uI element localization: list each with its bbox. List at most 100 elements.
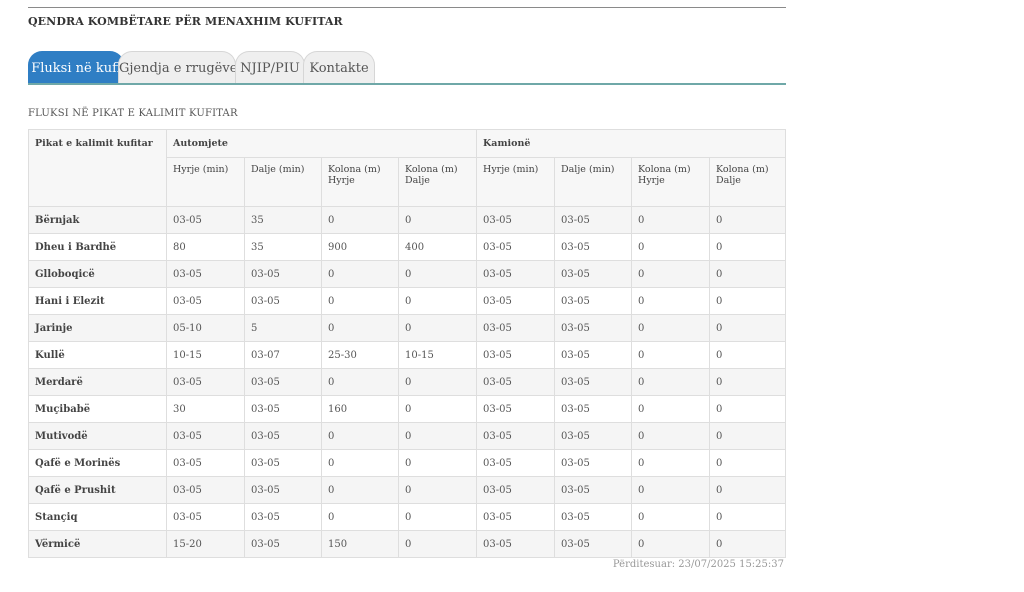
table-cell: 03-05	[244, 260, 322, 288]
table-cell: 03-05	[244, 530, 322, 558]
table-cell: 03-05	[166, 206, 245, 234]
table-cell: 03-05	[244, 476, 322, 504]
table-cell: 03-05	[476, 341, 556, 369]
table-row: Kullë 10-15 03-07 25-30 10-15 03-05 03-05 0 0	[28, 341, 787, 369]
table-cell: 03-05	[476, 368, 556, 396]
crossing-point-name: Dheu i Bardhë	[28, 233, 167, 261]
table-row: Jarinje 05-10 5 0 0 03-05 03-05 0 0	[28, 314, 787, 342]
site-title: QENDRA KOMBËTARE PËR MENAXHIM KUFITAR	[28, 15, 343, 28]
column-header: Kolona (m) Dalje	[709, 157, 787, 207]
header-group-kamione: Kamionë	[476, 129, 787, 158]
table-cell: 0	[321, 476, 399, 504]
table-cell: 03-05	[476, 530, 556, 558]
table-cell: 0	[631, 260, 711, 288]
table-cell: 03-05	[554, 233, 633, 261]
table-cell: 05-10	[166, 314, 245, 342]
crossing-point-name: Bërnjak	[28, 206, 167, 234]
table-cell: 03-05	[166, 476, 245, 504]
table-row: Stançiq 03-05 03-05 0 0 03-05 03-05 0 0	[28, 503, 787, 531]
tab-njip-piu[interactable]: NJIP/PIU	[235, 51, 305, 84]
table-cell: 03-05	[554, 341, 633, 369]
table-cell: 0	[709, 287, 787, 315]
table-cell: 0	[631, 206, 711, 234]
crossing-point-name: Stançiq	[28, 503, 167, 531]
table-cell: 10-15	[166, 341, 245, 369]
table-cell: 0	[631, 530, 711, 558]
table-cell: 03-05	[554, 449, 633, 477]
table-cell: 0	[321, 422, 399, 450]
crossing-point-name: Merdarë	[28, 368, 167, 396]
table-row: Bërnjak 03-05 35 0 0 03-05 03-05 0 0	[28, 206, 787, 234]
table-cell: 03-05	[554, 422, 633, 450]
table-cell: 0	[631, 233, 711, 261]
table-cell: 03-05	[476, 395, 556, 423]
table-cell: 03-05	[244, 503, 322, 531]
table-cell: 0	[321, 287, 399, 315]
table-cell: 0	[397, 287, 478, 315]
top-divider	[28, 7, 786, 8]
table-cell: 03-05	[166, 449, 245, 477]
table-cell: 0	[709, 530, 787, 558]
column-header: Kolona (m) Dalje	[397, 157, 478, 207]
table-cell: 03-05	[554, 287, 633, 315]
tab-gjendja-e-rrugeve[interactable]: Gjendja e rrugëve	[118, 51, 237, 84]
table-cell: 0	[321, 368, 399, 396]
table-cell: 0	[397, 449, 478, 477]
table-cell: 80	[166, 233, 245, 261]
table-cell: 03-05	[476, 314, 556, 342]
tab-fluksi-ne-kufi[interactable]: Fluksi në kufi	[28, 51, 124, 84]
table-cell: 0	[321, 260, 399, 288]
table-cell: 03-05	[554, 503, 633, 531]
table-cell: 0	[631, 503, 711, 531]
column-header: Dalje (min)	[244, 157, 322, 207]
table-cell: 0	[631, 368, 711, 396]
table-cell: 03-05	[244, 422, 322, 450]
table-cell: 160	[321, 395, 399, 423]
table-cell: 0	[321, 206, 399, 234]
column-header: Hyrje (min)	[476, 157, 556, 207]
table-cell: 0	[397, 476, 478, 504]
table-row: Dheu i Bardhë 80 35 900 400 03-05 03-05 0 0	[28, 233, 787, 261]
table-cell: 03-05	[166, 287, 245, 315]
table-cell: 0	[321, 449, 399, 477]
table-cell: 0	[709, 314, 787, 342]
table-cell: 03-07	[244, 341, 322, 369]
table-row: Vërmicë 15-20 03-05 150 0 03-05 03-05 0 0	[28, 530, 787, 558]
table-cell: 150	[321, 530, 399, 558]
table-cell: 03-05	[554, 476, 633, 504]
table-cell: 0	[709, 368, 787, 396]
crossing-point-name: Kullë	[28, 341, 167, 369]
crossing-point-name: Hani i Elezit	[28, 287, 167, 315]
table-cell: 0	[709, 206, 787, 234]
crossing-point-name: Jarinje	[28, 314, 167, 342]
table-cell: 0	[631, 341, 711, 369]
column-header: Hyrje (min)	[166, 157, 245, 207]
table-cell: 0	[397, 368, 478, 396]
table-cell: 0	[631, 395, 711, 423]
table-cell: 15-20	[166, 530, 245, 558]
table-cell: 03-05	[244, 368, 322, 396]
table-row: Mutivodë 03-05 03-05 0 0 03-05 03-05 0 0	[28, 422, 787, 450]
table-cell: 03-05	[476, 422, 556, 450]
crossing-point-name: Qafë e Prushit	[28, 476, 167, 504]
table-cell: 0	[397, 395, 478, 423]
crossing-point-name: Glloboqicë	[28, 260, 167, 288]
table-cell: 03-05	[476, 206, 556, 234]
table-cell: 0	[709, 422, 787, 450]
table-cell: 0	[631, 422, 711, 450]
table-cell: 900	[321, 233, 399, 261]
table-cell: 30	[166, 395, 245, 423]
table-cell: 03-05	[554, 530, 633, 558]
last-updated: Përditesuar: 23/07/2025 15:25:37	[612, 559, 784, 570]
table-cell: 5	[244, 314, 322, 342]
column-header: Dalje (min)	[554, 157, 633, 207]
table-cell: 03-05	[166, 422, 245, 450]
tab-underline	[28, 83, 786, 85]
table-cell: 03-05	[166, 368, 245, 396]
table-cell: 0	[709, 260, 787, 288]
border-flow-table: Pikat e kalimit kufitar Automjete Kamion…	[28, 129, 787, 558]
tab-kontakte[interactable]: Kontakte	[303, 51, 375, 84]
table-cell: 0	[631, 314, 711, 342]
table-cell: 25-30	[321, 341, 399, 369]
table-cell: 0	[631, 449, 711, 477]
